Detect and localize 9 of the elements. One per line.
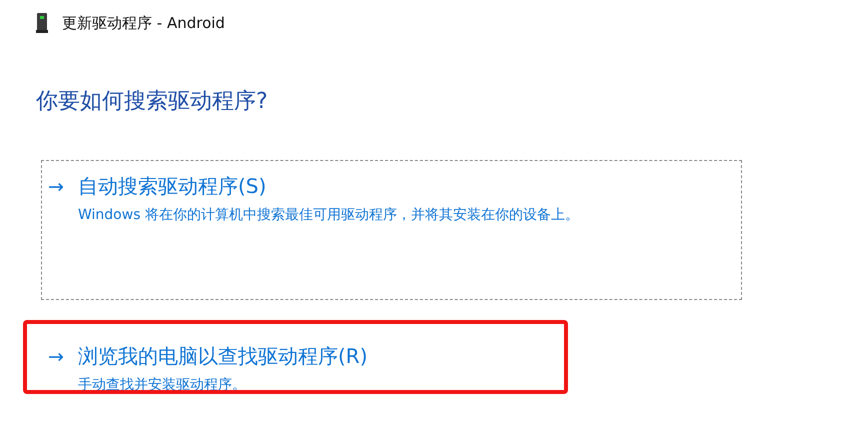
window-title: 更新驱动程序 - Android	[62, 14, 225, 32]
option-link[interactable]: → 自动搜索驱动程序(S) Windows 将在你的计算机中搜索最佳可用驱动程序，并将其安装在你的设备上。	[41, 160, 742, 300]
option-description: Windows 将在你的计算机中搜索最佳可用驱动程序，并将其安装在你的设备上。	[78, 206, 580, 224]
device-icon	[36, 13, 48, 33]
dialog-heading: 你要如何搜索驱动程序?	[36, 88, 269, 116]
option-title: 自动搜索驱动程序(S)	[78, 173, 266, 200]
arrow-icon: →	[48, 176, 66, 198]
option-title: 浏览我的电脑以查找驱动程序(R)	[78, 343, 368, 370]
arrow-icon: →	[48, 346, 66, 368]
